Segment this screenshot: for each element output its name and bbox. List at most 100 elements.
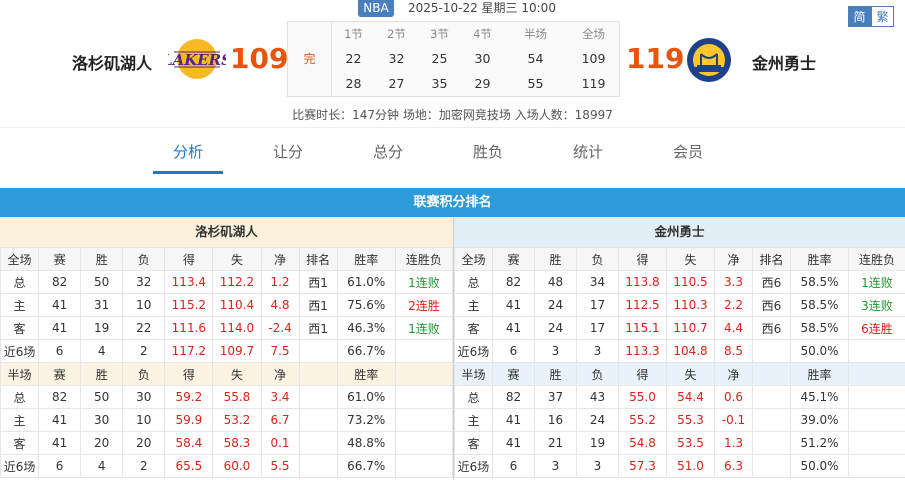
stat-cell: 53.5: [666, 431, 715, 455]
stat-cell: 57.3: [618, 454, 667, 478]
away-score: 119: [626, 42, 685, 75]
stat-cell: -2.4: [260, 316, 300, 340]
stat-cell: 73.2%: [336, 408, 396, 432]
stat-cell: [298, 339, 338, 363]
stat-cell: 59.2: [164, 385, 214, 409]
column-header: 负: [576, 247, 619, 271]
league-badge[interactable]: NBA: [358, 0, 394, 17]
stat-cell: 总: [0, 270, 40, 294]
stat-cell: 55.3: [666, 408, 715, 432]
home-team-name[interactable]: 洛杉矶湖人: [72, 50, 152, 74]
full-game-row: 主 41 24 17 112.5 110.3 2.2 西6 58.5% 3连败: [454, 293, 905, 317]
half-game-row: 总 82 37 43 55.0 54.4 0.6 45.1%: [454, 385, 905, 409]
stat-cell: 32: [122, 270, 166, 294]
lakers-logo[interactable]: LAKERS: [161, 36, 232, 86]
stat-cell: 113.3: [618, 339, 667, 363]
stat-cell: [848, 385, 905, 409]
stat-cell: [298, 454, 338, 478]
away-standings-table: 全场赛胜负得失净排名 胜率 连胜负总 82 48 34 113.8 110.5 3.3 西6 58.…: [454, 247, 905, 478]
stat-cell: 20: [80, 431, 124, 455]
simplified-chinese-button[interactable]: 简: [848, 6, 871, 27]
stat-cell: 65.5: [164, 454, 214, 478]
stat-cell: 6连胜: [848, 316, 905, 340]
column-header: 失: [666, 362, 715, 386]
stat-cell: 34: [576, 270, 619, 294]
stat-cell: 61.0%: [336, 270, 396, 294]
away-quarter-score: 35: [431, 75, 448, 91]
stat-cell: 西6: [752, 270, 791, 294]
stat-cell: 53.2: [212, 408, 262, 432]
stat-cell: 58.5%: [790, 293, 849, 317]
stat-cell: 82: [492, 385, 535, 409]
stat-cell: 58.3: [212, 431, 262, 455]
tab-total[interactable]: 总分: [353, 128, 423, 177]
stat-cell: 66.7%: [336, 339, 396, 363]
warriors-logo[interactable]: [685, 36, 733, 88]
stat-cell: [848, 454, 905, 478]
stat-cell: [394, 408, 454, 432]
tab-stats[interactable]: 统计: [553, 128, 623, 177]
stat-cell: 110.4: [212, 293, 262, 317]
full-game-row: 总 82 48 34 113.8 110.5 3.3 西6 58.5% 1连败: [454, 270, 905, 294]
stat-cell: 41: [492, 316, 535, 340]
stat-cell: 41: [492, 431, 535, 455]
stat-cell: 6.7: [260, 408, 300, 432]
half-game-row: 客 41 21 19 54.8 53.5 1.3 51.2%: [454, 431, 905, 455]
stat-cell: 2.2: [714, 293, 753, 317]
stat-cell: 西1: [298, 316, 338, 340]
stat-cell: 41: [38, 408, 82, 432]
away-team-name[interactable]: 金州勇士: [752, 50, 816, 74]
stat-cell: [752, 408, 791, 432]
stat-cell: 59.9: [164, 408, 214, 432]
stat-cell: 24: [534, 316, 577, 340]
home-quarter-score: 22: [345, 51, 362, 67]
column-header: 胜率: [336, 247, 396, 271]
match-datetime: 2025-10-22 星期三 10:00: [408, 1, 556, 15]
stat-cell: 55.8: [212, 385, 262, 409]
full-game-header-row: 全场赛胜负得失净排名 胜率 连胜负: [0, 247, 454, 271]
tab-win-lose[interactable]: 胜负: [453, 128, 523, 177]
tab-analysis[interactable]: 分析: [153, 128, 223, 174]
quarter-header: 半场: [524, 27, 547, 42]
column-header: 净: [260, 362, 300, 386]
analysis-tab-bar: 分析 让分 总分 胜负 统计 会员: [0, 127, 905, 179]
stat-cell: 41: [492, 408, 535, 432]
column-header: 得: [618, 362, 667, 386]
stat-cell: 66.7%: [336, 454, 396, 478]
stat-cell: 50: [80, 385, 124, 409]
stat-cell: 22: [122, 316, 166, 340]
stat-cell: 客: [0, 316, 40, 340]
stat-cell: 37: [534, 385, 577, 409]
tab-handicap[interactable]: 让分: [253, 128, 323, 177]
stat-cell: 20: [122, 431, 166, 455]
stat-cell: 41: [38, 293, 82, 317]
stat-cell: 113.8: [618, 270, 667, 294]
quarter-header: 2节: [387, 27, 406, 42]
column-header: 负: [122, 362, 166, 386]
column-header: 赛: [38, 362, 82, 386]
stat-cell: 104.8: [666, 339, 715, 363]
half-game-row: 近6场 6 3 3 57.3 51.0 6.3 50.0%: [454, 454, 905, 478]
stat-cell: 3: [534, 454, 577, 478]
stat-cell: 6: [492, 339, 535, 363]
column-header: [394, 362, 454, 386]
stat-cell: 48.8%: [336, 431, 396, 455]
stat-cell: 西1: [298, 293, 338, 317]
away-half-score: 55: [527, 75, 544, 91]
stat-cell: 112.5: [618, 293, 667, 317]
column-header: 胜: [534, 247, 577, 271]
tab-member[interactable]: 会员: [653, 128, 723, 177]
home-score: 109: [230, 42, 289, 75]
stat-cell: 总: [454, 270, 493, 294]
quarter-score-table: 1节 2节 3节 4节 半场 全场 22 32 25 30 54 109 28 …: [332, 22, 620, 96]
column-header: 排名: [752, 247, 791, 271]
column-header: 胜: [80, 247, 124, 271]
stat-cell: 54.4: [666, 385, 715, 409]
stat-cell: 16: [534, 408, 577, 432]
stat-cell: 6: [38, 339, 82, 363]
away-standings-team: 金州勇士: [454, 217, 905, 247]
stat-cell: 1连败: [394, 316, 454, 340]
column-header: 失: [212, 247, 262, 271]
stat-cell: 1.3: [714, 431, 753, 455]
traditional-chinese-button[interactable]: 繁: [871, 6, 894, 27]
